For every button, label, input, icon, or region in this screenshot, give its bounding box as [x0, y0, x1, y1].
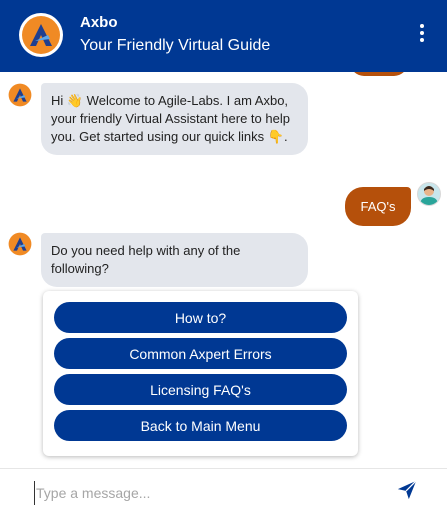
send-icon[interactable] [396, 479, 418, 501]
previous-user-bubble [350, 72, 408, 76]
user-message-text: FAQ's [360, 199, 396, 214]
chat-history[interactable]: Hi 👋 Welcome to Agile-Labs. I am Axbo, y… [0, 72, 447, 468]
option-common-errors-button[interactable]: Common Axpert Errors [54, 338, 347, 369]
bot-avatar-icon [7, 231, 33, 257]
option-main-menu-button[interactable]: Back to Main Menu [54, 410, 347, 441]
user-avatar-icon [417, 182, 441, 206]
axbo-logo-icon [19, 13, 63, 57]
user-message-bubble: FAQ's [345, 187, 411, 226]
bot-name: Axbo [80, 14, 118, 31]
option-licensing-faq-button[interactable]: Licensing FAQ's [54, 374, 347, 405]
bot-tagline: Your Friendly Virtual Guide [80, 37, 271, 54]
bot-question-message: Do you need help with any of the followi… [41, 233, 308, 287]
kebab-menu-icon[interactable] [417, 24, 427, 46]
option-how-to-button[interactable]: How to? [54, 302, 347, 333]
bot-welcome-message: Hi 👋 Welcome to Agile-Labs. I am Axbo, y… [41, 83, 308, 155]
chat-header: Axbo Your Friendly Virtual Guide [0, 0, 447, 72]
quick-reply-card: How to? Common Axpert Errors Licensing F… [43, 291, 358, 456]
message-composer [0, 468, 447, 516]
bot-avatar-icon [7, 82, 33, 108]
message-input[interactable] [34, 481, 374, 505]
